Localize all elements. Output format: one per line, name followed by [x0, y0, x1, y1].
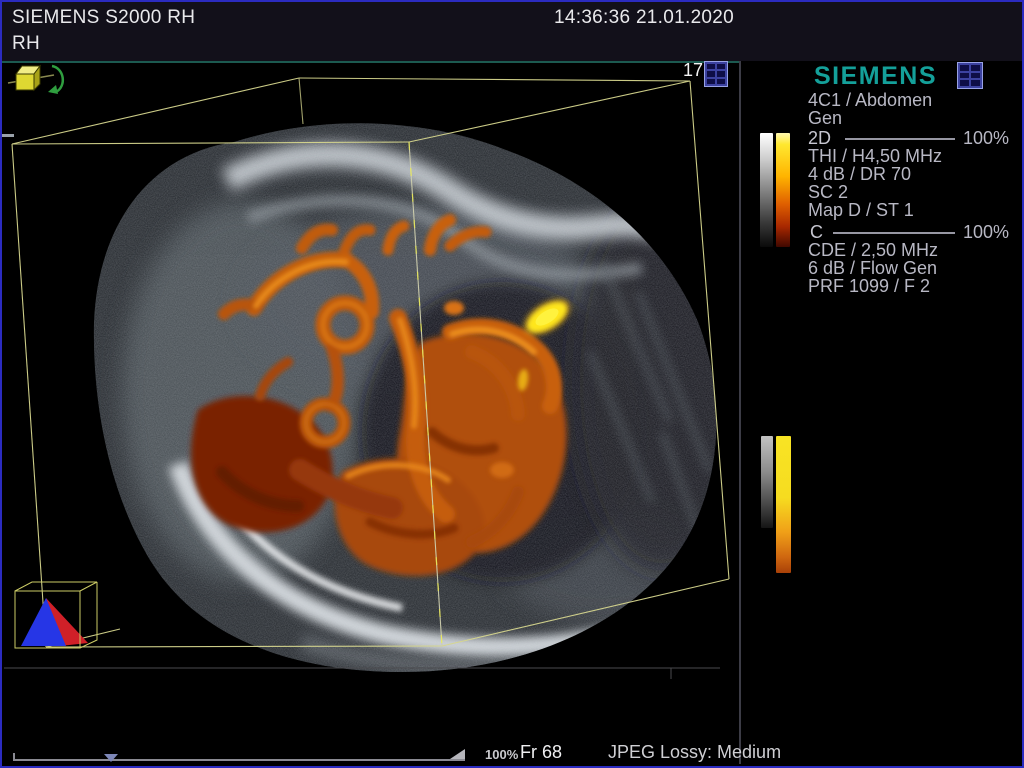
mode-c-gain: 100%: [963, 222, 1009, 243]
preset-label: Gen: [808, 108, 842, 129]
param-c-line: PRF 1099 / F 2: [808, 276, 930, 297]
mode-2d-rule: [845, 138, 955, 140]
render-color-bar: [776, 436, 791, 573]
ultrasound-render: [2, 2, 739, 768]
mode-2d-gain: 100%: [963, 128, 1009, 149]
cine-start-tick: [13, 753, 15, 760]
render-grayscale-bar: [761, 436, 773, 528]
frame-counter: Fr 68: [520, 742, 562, 763]
cine-progress-bar[interactable]: [13, 759, 465, 761]
mode-c-rule: [833, 232, 955, 234]
param-2d-line: Map D / ST 1: [808, 200, 914, 221]
grayscale-map-bar: [760, 133, 773, 247]
cine-clip-icon[interactable]: [704, 61, 728, 87]
compression-status: JPEG Lossy: Medium: [608, 742, 781, 763]
cine-position-marker[interactable]: [104, 754, 118, 762]
cine-end-wedge: [450, 749, 465, 759]
color-map-bar: [776, 133, 790, 247]
cine-clip-icon-panel[interactable]: [957, 62, 983, 89]
frame-number: 17: [683, 60, 703, 81]
rotation-arrow-icon: [48, 66, 63, 94]
brand-logo: SIEMENS: [814, 62, 937, 91]
panel-divider: [739, 61, 741, 764]
ultrasound-screen: SIEMENS S2000 RH 14:36:36 21.01.2020 RH: [0, 0, 1024, 768]
zoom-level: 100%: [485, 747, 518, 762]
left-edge-tick: [2, 134, 14, 137]
rotation-cube-icon: [8, 66, 63, 94]
